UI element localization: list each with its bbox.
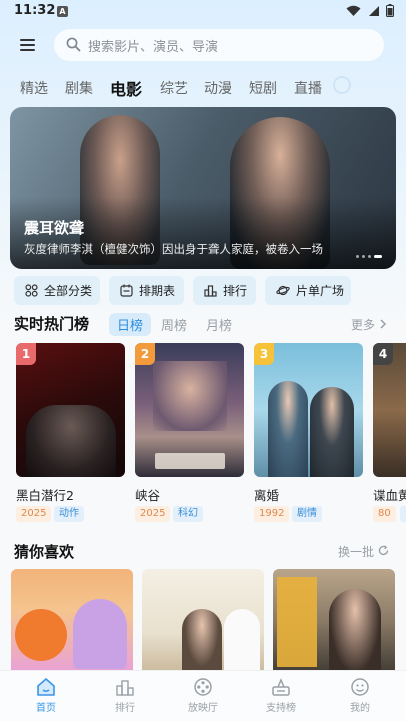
- genre-tag: 动作: [54, 506, 84, 522]
- tab-live[interactable]: 直播: [294, 78, 322, 98]
- refresh-label: 换一批: [338, 545, 375, 559]
- year-tag: 1992: [254, 506, 290, 522]
- card-title: 谍血黄: [373, 488, 406, 503]
- schedule-label: 排期表: [139, 284, 176, 298]
- card-title: 黑白潜行2: [16, 488, 74, 503]
- nav-ranking[interactable]: 排行: [95, 677, 155, 714]
- card-title: 峡谷: [135, 488, 161, 503]
- tab-weekly-rank[interactable]: 周榜: [161, 315, 187, 334]
- guess-card-3[interactable]: [273, 569, 395, 674]
- nav-home[interactable]: 首页: [16, 677, 76, 714]
- more-link[interactable]: 更多: [351, 316, 387, 333]
- banner-description: 灰度律师李淇（檀健次饰）因出身于聋人家庭，被卷入一场…: [24, 242, 324, 256]
- nav-home-label: 首页: [36, 703, 56, 714]
- tab-daily-rank[interactable]: 日榜: [109, 313, 152, 336]
- all-categories-label: 全部分类: [44, 284, 93, 298]
- rank-badge: 1: [16, 343, 36, 365]
- banner-title: 震耳欲聋: [24, 219, 85, 237]
- grid-icon: [25, 284, 38, 297]
- chevron-right-icon: [380, 319, 386, 329]
- profile-icon: [351, 678, 369, 696]
- wifi-icon: [346, 5, 361, 16]
- tab-movies[interactable]: 电影: [110, 76, 142, 100]
- guess-card-1[interactable]: [11, 569, 133, 674]
- tab-anime[interactable]: 动漫: [204, 78, 232, 98]
- home-icon: [37, 678, 55, 696]
- rank-badge: 4: [373, 343, 393, 365]
- nav-support-label: 支持榜: [266, 703, 296, 714]
- status-time: 11:32: [14, 3, 56, 18]
- playlist-square-button[interactable]: 片单广场: [265, 276, 351, 305]
- nav-profile[interactable]: 我的: [330, 677, 390, 714]
- nav-support[interactable]: 支持榜: [251, 677, 311, 714]
- hot-card-4[interactable]: 4 谍血黄 80: [373, 343, 406, 533]
- battery-icon: [386, 4, 394, 17]
- year-tag: 80: [373, 506, 396, 522]
- tab-variety[interactable]: 综艺: [160, 78, 188, 98]
- search-bar[interactable]: 搜索影片、演员、导演: [54, 29, 384, 61]
- tab-short-drama[interactable]: 短剧: [249, 78, 277, 98]
- rank-badge: 2: [135, 343, 155, 365]
- genre-tag: [400, 506, 406, 522]
- playlist-square-label: 片单广场: [296, 284, 345, 298]
- all-categories-button[interactable]: 全部分类: [14, 276, 100, 305]
- guess-card-2[interactable]: [142, 569, 264, 674]
- signal-icon: [369, 5, 379, 16]
- guess-section-title: 猜你喜欢: [14, 543, 75, 561]
- menu-button[interactable]: [12, 30, 42, 60]
- nav-profile-label: 我的: [350, 703, 370, 714]
- schedule-button[interactable]: 排期表: [109, 276, 184, 305]
- calendar-icon: [120, 284, 133, 297]
- genre-tag: 科幻: [173, 506, 203, 522]
- podium-icon: [204, 285, 217, 297]
- card-title: 离婚: [254, 488, 280, 503]
- nav-ranking-label: 排行: [115, 703, 135, 714]
- ranking-button[interactable]: 排行: [193, 276, 256, 305]
- banner-indicator: [356, 255, 382, 258]
- tab-more-button[interactable]: [333, 76, 351, 94]
- status-bar: 11:32 A: [0, 0, 406, 24]
- refresh-icon: [378, 545, 389, 556]
- notification-icon: A: [57, 6, 68, 17]
- more-label: 更多: [351, 318, 376, 332]
- support-icon: [272, 678, 290, 696]
- ranking-label: 排行: [223, 284, 248, 298]
- planet-icon: [276, 285, 290, 296]
- trophy-stand-icon: [116, 680, 134, 696]
- search-placeholder: 搜索影片、演员、导演: [88, 40, 219, 55]
- nav-cinema[interactable]: 放映厅: [173, 677, 233, 714]
- tab-monthly-rank[interactable]: 月榜: [206, 315, 232, 334]
- tab-featured[interactable]: 精选: [20, 78, 48, 98]
- film-reel-icon: [194, 678, 212, 696]
- year-tag: 2025: [16, 506, 52, 522]
- hero-banner[interactable]: 震耳欲聋 灰度律师李淇（檀健次饰）因出身于聋人家庭，被卷入一场…: [10, 107, 396, 269]
- year-tag: 2025: [135, 506, 171, 522]
- rank-badge: 3: [254, 343, 274, 365]
- genre-tag: 剧情: [292, 506, 322, 522]
- refresh-link[interactable]: 换一批: [338, 543, 389, 560]
- tab-series[interactable]: 剧集: [65, 78, 93, 98]
- bottom-nav: 首页 排行 放映厅 支持榜 我的: [0, 670, 406, 721]
- nav-cinema-label: 放映厅: [188, 703, 218, 714]
- search-icon: [66, 37, 81, 52]
- hot-section-title: 实时热门榜: [14, 315, 90, 333]
